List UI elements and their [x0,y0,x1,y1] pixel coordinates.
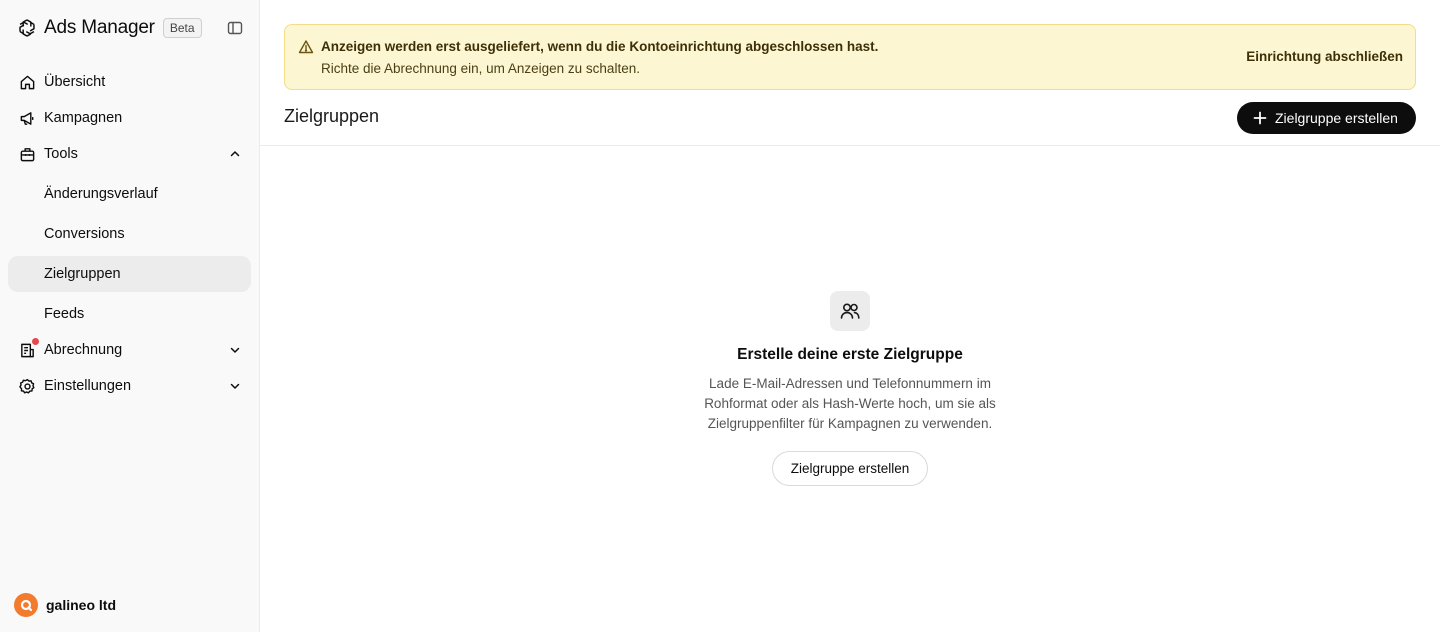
sidebar-subitem-feeds[interactable]: Feeds [8,296,251,332]
setup-warning-banner: Anzeigen werden erst ausgeliefert, wenn … [284,24,1416,90]
home-icon [18,73,36,91]
create-audience-button-label: Zielgruppe erstellen [1275,110,1398,126]
sidebar-item-label: Einstellungen [44,378,132,394]
sidebar-subitem-zielgruppen[interactable]: Zielgruppen [8,256,251,292]
sidebar-subitem-aenderungsverlauf[interactable]: Änderungsverlauf [8,176,251,212]
sidebar-item-label: Übersicht [44,74,106,90]
gear-icon [18,377,36,395]
megaphone-icon [18,109,36,127]
sidebar-subitem-label: Änderungsverlauf [44,186,158,202]
header-divider [260,145,1440,146]
sidebar-subitem-label: Feeds [44,306,85,322]
notification-dot [32,338,39,345]
app-title: Ads Manager [44,17,155,38]
sidebar-item-einstellungen[interactable]: Einstellungen [8,368,251,404]
billing-icon [18,338,39,359]
openai-logo-icon [16,17,38,39]
banner-title: Anzeigen werden erst ausgeliefert, wenn … [321,39,879,54]
sidebar-subitem-label: Conversions [44,226,125,242]
complete-setup-link[interactable]: Einrichtung abschließen [1246,49,1403,64]
avatar [14,593,38,617]
account-name: galineo ltd [46,597,116,613]
warning-icon [298,39,314,55]
chevron-up-icon [227,146,243,162]
sidebar-item-label: Abrechnung [44,342,123,358]
account-logo-icon [20,599,33,612]
sidebar-subitem-label: Zielgruppen [44,266,121,282]
chevron-down-icon [227,378,243,394]
banner-subtitle: Richte die Abrechnung ein, um Anzeigen z… [321,61,640,76]
empty-state-description: Lade E-Mail-Adressen und Telefonnummern … [704,376,996,431]
people-icon [830,291,870,331]
page-title: Zielgruppen [284,106,380,126]
sidebar-item-abrechnung[interactable]: Abrechnung [8,332,251,368]
sidebar-item-label: Tools [44,146,78,162]
sidebar-item-tools[interactable]: Tools [8,136,251,172]
empty-state-title: Erstelle deine erste Zielgruppe [737,346,963,363]
sidebar-item-uebersicht[interactable]: Übersicht [8,64,251,100]
account-switcher[interactable]: galineo ltd [14,593,116,617]
beta-badge: Beta [162,18,202,38]
sidebar-subitem-conversions[interactable]: Conversions [8,216,251,252]
sidebar-item-kampagnen[interactable]: Kampagnen [8,100,251,136]
plus-icon [1253,111,1267,125]
create-audience-button[interactable]: Zielgruppe erstellen [1237,102,1416,134]
sidebar-toggle-button[interactable] [226,19,244,37]
chevron-down-icon [227,342,243,358]
sidebar-item-label: Kampagnen [44,110,123,126]
empty-state-create-audience-button[interactable]: Zielgruppe erstellen [772,451,928,486]
sidebar-panel-icon [227,21,243,35]
brand: Ads Manager Beta [16,14,202,42]
sidebar: Ads Manager Beta Übersicht Kampagnen Too… [0,0,260,632]
toolbox-icon [18,145,36,163]
